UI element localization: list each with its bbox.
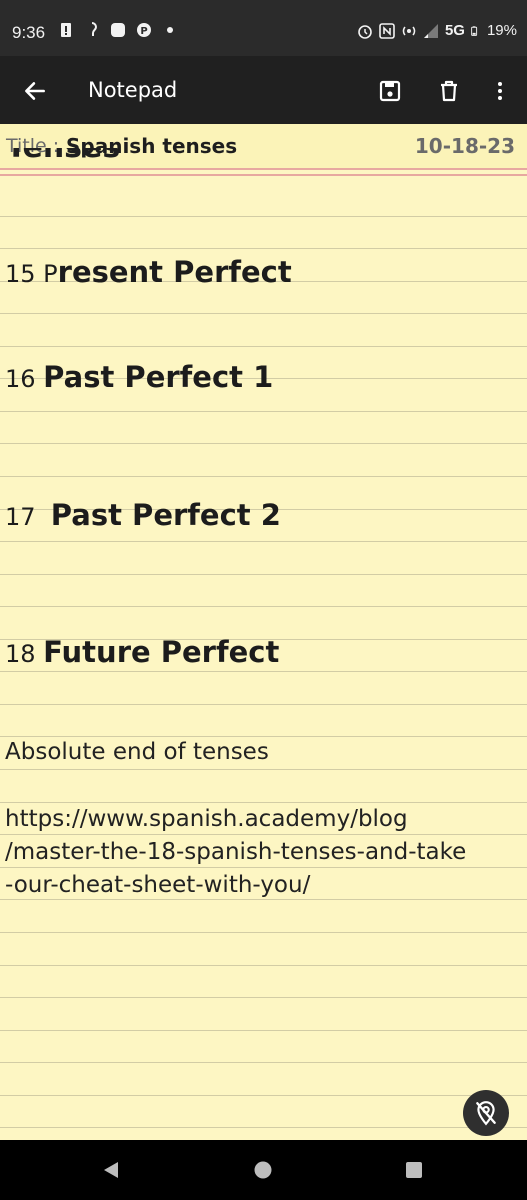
recents-square-icon [406,1162,422,1178]
system-nav-bar [0,1140,527,1200]
tense-name: Future Perfect [43,635,280,669]
rule-line [0,1062,527,1063]
signal-icon [423,23,438,38]
tense-number: 17 [5,503,51,531]
back-triangle-icon [104,1162,118,1178]
dot-icon [167,27,173,33]
url-line-1[interactable]: https://www.spanish.academy/blog [5,803,408,835]
nav-back-button[interactable] [96,1155,126,1185]
more-options-button[interactable] [483,74,517,108]
rule-line [0,1030,527,1031]
end-text: Absolute end of tenses [5,739,269,765]
arrow-left-icon [25,82,45,100]
hotspot-icon [402,26,416,35]
status-right-icons: 5G 19% [357,22,517,39]
save-icon [379,80,401,102]
rule-line [0,965,527,966]
note-editor[interactable]: Title : Spanish tenses 10-18-23 Tenses 1… [0,124,527,1140]
status-time: 9:36 [12,23,46,42]
note-date: 10-18-23 [414,134,515,158]
url-line-3[interactable]: -our-cheat-sheet-with-you/ [5,869,310,901]
scrolled-partial-line: Tenses [6,148,120,178]
rule-line [0,346,527,347]
back-button[interactable] [18,74,52,108]
rule-line [0,476,527,477]
tense-item-17: 17 Past Perfect 2 [5,498,281,532]
rule-line [0,997,527,998]
home-circle-icon [254,1161,272,1179]
rule-line [0,443,527,444]
tense-name: Past Perfect 2 [50,498,281,532]
tense-number: 18 [5,640,44,668]
location-off-icon [476,1101,496,1126]
rule-line [0,671,527,672]
nav-recents-button[interactable] [399,1155,429,1185]
tense-number: 16 [5,365,44,393]
rule-line [0,248,527,249]
battery-icon [471,25,478,36]
rule-line [0,411,527,412]
rule-line [0,606,527,607]
hearing-aid-icon [91,22,98,36]
tense-name: resent Perfect [57,255,292,289]
alert-icon [61,23,71,37]
tense-item-16: 16 Past Perfect 1 [5,360,273,394]
square-app-icon [111,23,125,37]
delete-icon [441,80,457,102]
rule-line [0,704,527,705]
rule-line [0,769,527,770]
network-type: 5G [444,22,465,39]
rule-line [0,541,527,542]
svg-text:P: P [140,26,147,37]
app-bar: Notepad [0,56,527,124]
save-button[interactable] [373,74,407,108]
nfc-icon [379,22,395,39]
rule-line [0,1095,527,1096]
more-vert-icon [498,82,502,100]
app-title: Notepad [88,78,178,102]
delete-button[interactable] [432,74,466,108]
battery-percent: 19% [486,22,517,39]
rule-line [0,216,527,217]
partial-line-text: Tenses [6,148,120,165]
tense-item-18: 18 Future Perfect [5,635,279,669]
rule-line [0,1127,527,1128]
rule-line [0,574,527,575]
rule-line [0,736,527,737]
alarm-icon [358,24,372,39]
tense-number: 15 P [5,260,58,288]
location-toggle-button[interactable] [463,1090,509,1136]
rule-line [0,313,527,314]
parking-app-icon: P [137,23,151,37]
status-left-icons: P [58,22,178,38]
rule-line [0,932,527,933]
tense-item-15: 15 Present Perfect [5,255,292,289]
url-line-2[interactable]: /master-the-18-spanish-tenses-and-take [5,836,466,868]
tense-name: Past Perfect 1 [43,360,274,394]
status-bar: 9:36 P 5G 19% [0,0,527,56]
nav-home-button[interactable] [248,1155,278,1185]
